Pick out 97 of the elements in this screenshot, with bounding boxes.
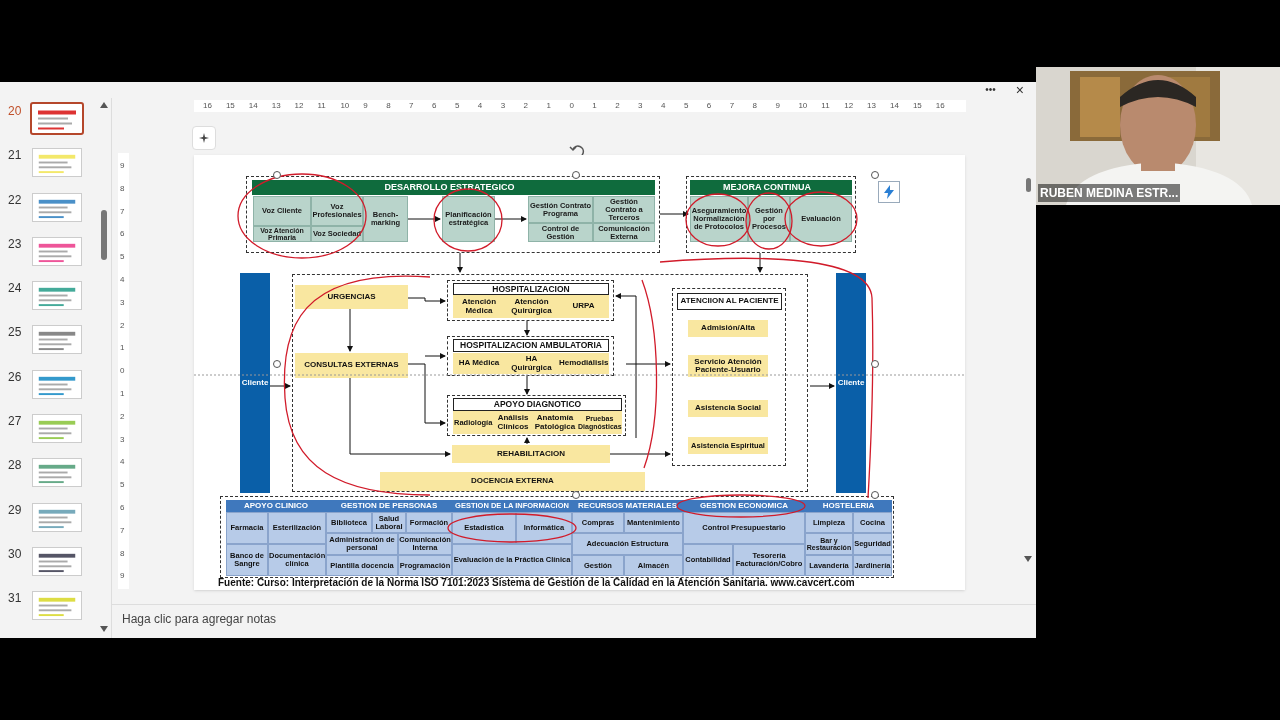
ruler-number: 5 [120,252,125,263]
slide-number: 21 [7,147,23,165]
ruler-number: 13 [867,101,876,111]
process-box: HA Médica [453,353,505,374]
ruler-number: 9 [120,161,125,171]
ruler-number: 16 [935,101,945,111]
ruler-number: 9 [363,101,368,111]
process-box: HA Quirúrgica [505,353,558,374]
group-title: HOSPITALIZACION AMBULATORIA [453,339,609,352]
process-box: REHABILITACION [452,445,610,463]
ruler-number: 7 [120,525,125,536]
ruler-number: 15 [912,101,922,111]
ruler-number: 2 [615,101,620,111]
slide-number: 23 [7,235,23,253]
process-box: Atención Quirúrgica [505,295,558,318]
slide-number: 31 [7,590,23,608]
ruler-number: 1 [120,343,125,354]
ruler-number: 3 [120,297,125,308]
process-box: Análisis Clínicos [493,411,533,434]
section-header: RECURSOS MATERIALES [572,500,683,512]
group-title: APOYO DIAGNOTICO [453,398,622,411]
section-header: APOYO CLINICO [226,500,326,512]
ruler-number: 8 [752,101,758,111]
slide-number: 29 [7,501,23,519]
notes-placeholder[interactable]: Haga clic para agregar notas [122,609,277,628]
ruler-number: 5 [683,101,689,111]
ruler-number: 16 [203,101,212,111]
ruler-number: 4 [477,101,483,111]
process-box: Anatomía Patológica [533,411,577,434]
section-header: GESTION DE PERSONAS [326,500,452,512]
ruler-number: 11 [317,101,326,111]
ruler-number: 7 [729,101,735,111]
ruler-number: 14 [248,101,258,111]
process-box: Atención Médica [453,295,505,318]
ruler-number: 2 [523,101,529,111]
ruler-number: 2 [120,411,125,422]
ruler-number: 0 [120,366,125,377]
process-box: Servicio Atención Paciente-Usuario [688,355,768,377]
ruler-number: 3 [120,434,125,445]
source-caption: Fuente: Curso: Interpretación de la Norma ISO 7101:2023 Sistema de Gestión de la Calidad en la Atención Sanitaria. www.cavcert.com [218,577,855,589]
ruler-number: 8 [120,183,125,194]
ruler-number: 14 [890,101,899,111]
ruler-number: 15 [225,101,235,111]
client-bar: Cliente [240,273,270,493]
process-box: CONSULTAS EXTERNAS [295,353,408,378]
ruler-number: 12 [844,101,854,111]
ruler-number: 7 [409,101,414,111]
slide-number: 24 [7,280,23,298]
ruler-number: 10 [798,101,808,111]
ruler-number: 9 [775,101,780,111]
process-box: URGENCIAS [295,285,408,309]
ruler-number: 12 [294,101,304,111]
client-bar: Cliente [836,273,866,493]
more-button[interactable]: ••• [985,85,996,95]
ruler-number: 4 [661,101,666,111]
ruler-number: 10 [340,101,350,111]
slide-number: 25 [7,324,23,342]
ruler-number: 1 [592,101,597,111]
ruler-number: 4 [120,457,125,468]
slide-number: 30 [7,545,23,563]
process-box: Asistencia Social [688,400,768,417]
close-button[interactable]: × [1015,83,1024,97]
slide-number: 22 [7,191,23,209]
ruler-number: 6 [120,229,125,240]
ruler-number: 2 [120,320,125,331]
section-header: MEJORA CONTINUA [690,180,852,195]
ruler-number: 3 [638,101,643,111]
section-header: HOSTELERIA [805,500,892,512]
ruler-number: 6 [432,101,437,111]
ruler-number: 6 [706,101,712,111]
ruler-number: 1 [546,101,551,111]
process-box: Admisión/Alta [688,320,768,337]
ruler-number: 8 [120,548,125,559]
ruler-number: 6 [120,503,125,513]
ruler-number: 13 [271,101,281,111]
process-box: Hemodiálisis [558,353,609,374]
section-header: DESARROLLO ESTRATEGICO [252,180,655,195]
ruler-number: 9 [120,571,125,582]
ruler-number: 4 [120,275,125,285]
slide-number: 28 [7,457,23,475]
slide-number: 26 [7,368,23,386]
ruler-number: 3 [500,101,506,111]
group-title: HOSPITALIZACION [453,283,609,295]
slide-number: 27 [7,413,23,431]
ruler-number: 7 [120,206,125,217]
group-title: ATENCIION AL PACIENTE [677,293,782,310]
process-box: DOCENCIA EXTERNA [380,472,645,491]
section-header: GESTION ECONOMICA [683,500,805,512]
ruler-number: 11 [821,101,830,111]
ruler-number: 5 [454,101,460,111]
ruler-number: 5 [120,480,125,491]
slide-number: 20 [7,103,23,120]
process-box: URPA [558,295,609,318]
ruler-number: 1 [120,389,125,399]
participant-name: RUBEN MEDINA ESTR... [1038,184,1181,202]
ruler-number: 8 [386,101,391,111]
ruler-number: 0 [569,101,574,111]
